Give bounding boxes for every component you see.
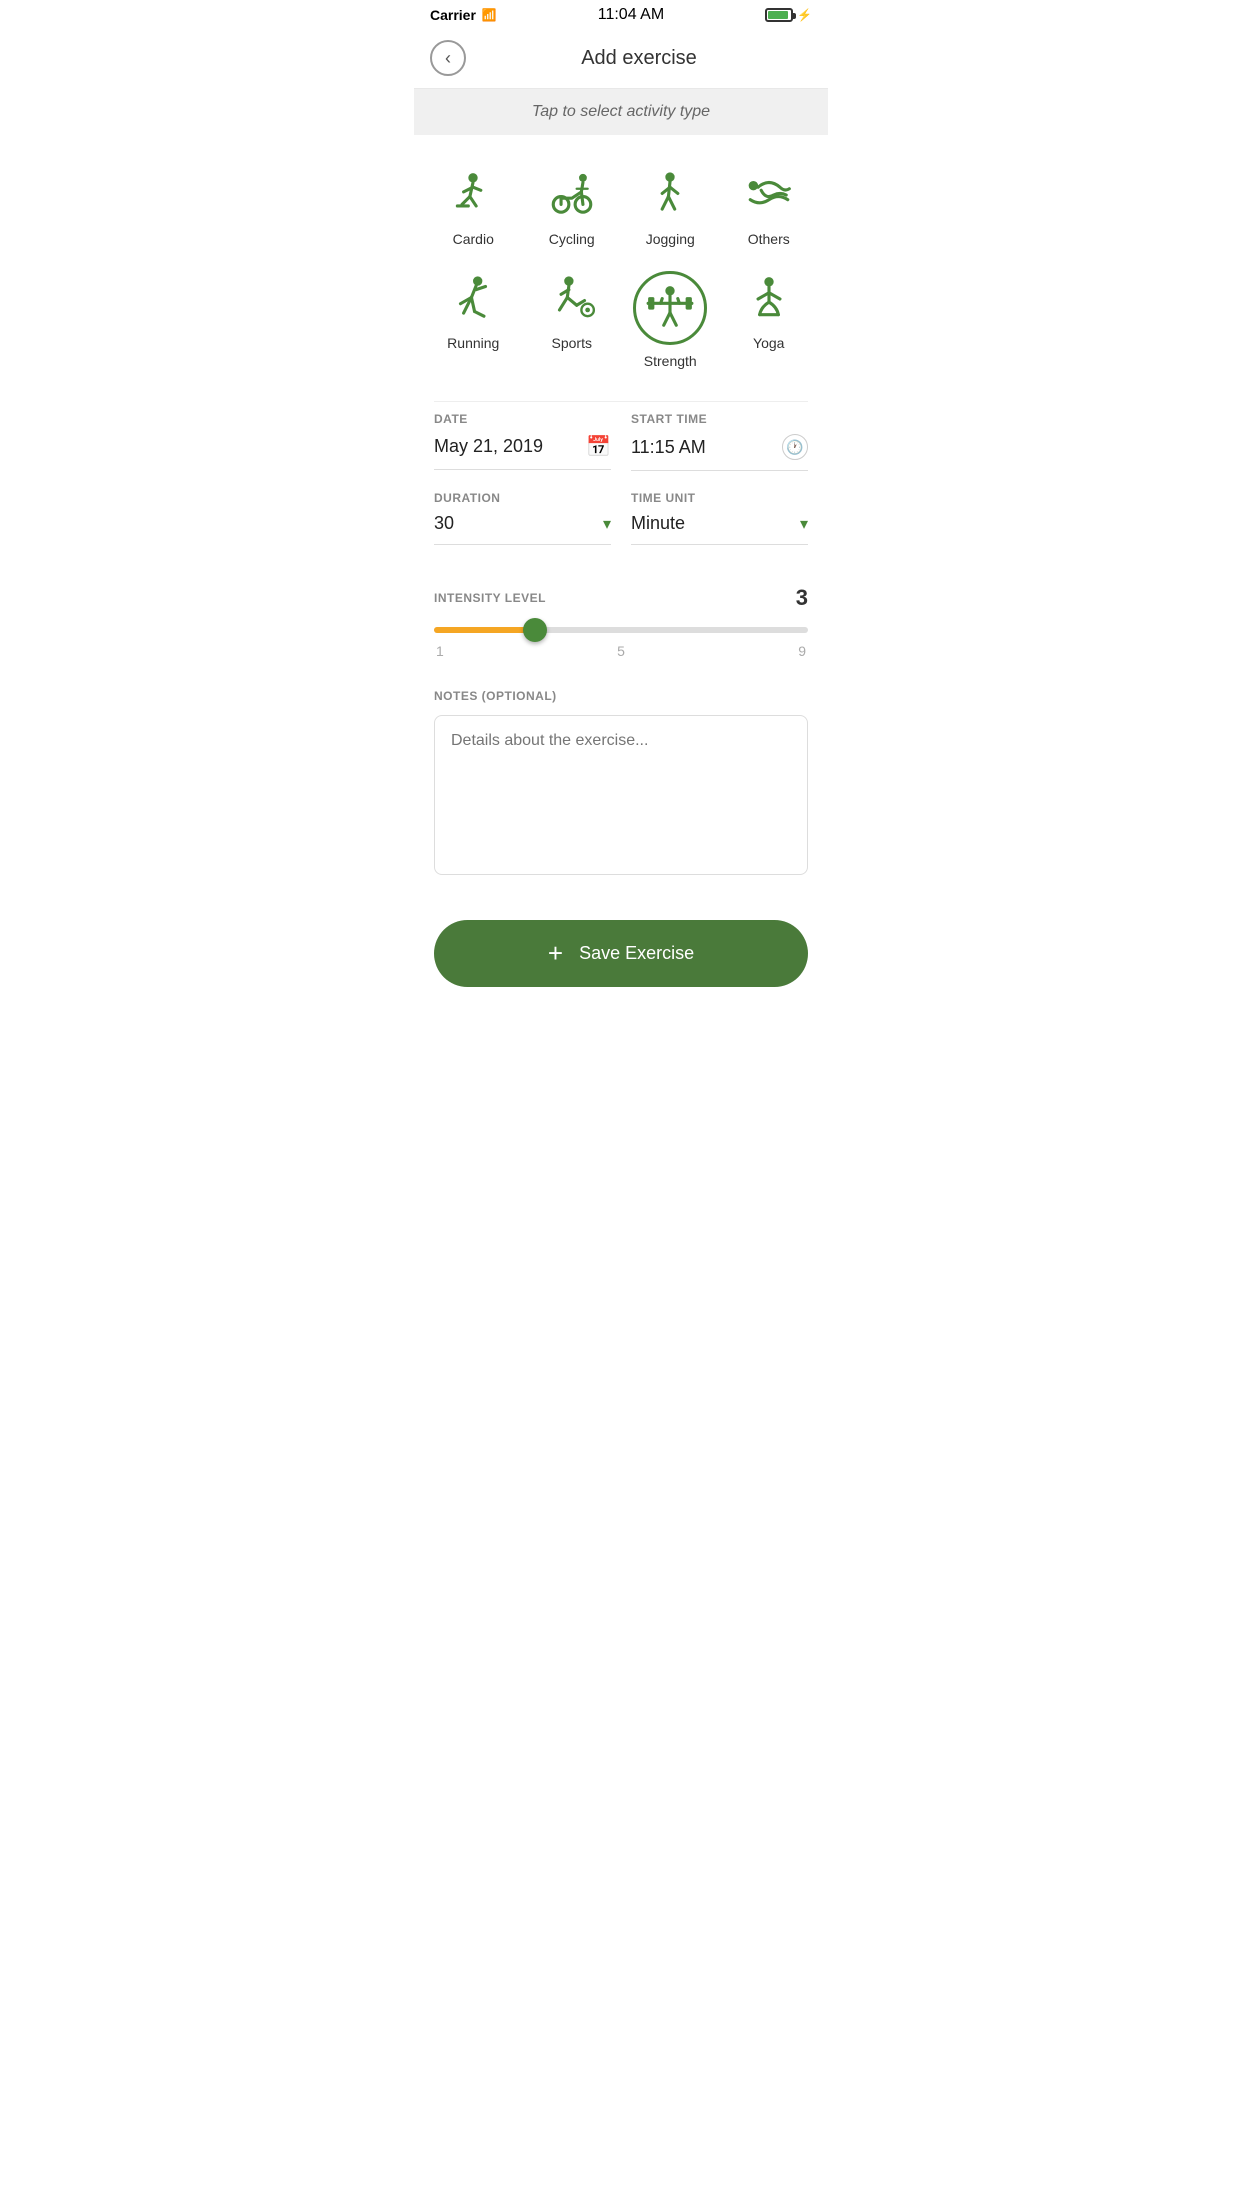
slider-mid: 5 (617, 643, 625, 659)
save-plus-icon: + (548, 938, 563, 969)
activity-others[interactable]: Others (720, 155, 819, 259)
status-bar: Carrier 📶 11:04 AM ⚡ (414, 0, 828, 28)
slider-min: 1 (436, 643, 444, 659)
notes-input[interactable] (434, 715, 808, 875)
running-icon (445, 271, 501, 327)
activity-cycling[interactable]: Cycling (523, 155, 622, 259)
jogging-icon (642, 167, 698, 223)
duration-unit-row: DURATION 30 ▾ TIME UNIT Minute ▾ (434, 491, 808, 545)
slider-markers: 1 5 9 (434, 643, 808, 659)
back-button[interactable]: ‹ (430, 40, 466, 76)
intensity-header: INTENSITY LEVEL 3 (434, 585, 808, 611)
status-time: 11:04 AM (598, 6, 664, 24)
date-time-row: DATE May 21, 2019 📅 START TIME 11:15 AM … (434, 412, 808, 471)
save-button[interactable]: + Save Exercise (434, 920, 808, 987)
time-unit-label: TIME UNIT (631, 491, 808, 505)
yoga-icon (741, 271, 797, 327)
activity-sports[interactable]: Sports (523, 259, 622, 381)
duration-chevron-icon: ▾ (603, 514, 611, 534)
running-label: Running (447, 335, 499, 351)
battery-icon (765, 8, 793, 22)
time-unit-value: Minute (631, 513, 685, 534)
duration-group: DURATION 30 ▾ (434, 491, 611, 545)
jogging-label: Jogging (646, 231, 695, 247)
slider-fill (434, 627, 535, 633)
yoga-label: Yoga (753, 335, 784, 351)
date-field[interactable]: May 21, 2019 📅 (434, 434, 611, 470)
sports-label: Sports (552, 335, 592, 351)
notes-label: NOTES (OPTIONAL) (434, 689, 808, 703)
activity-yoga[interactable]: Yoga (720, 259, 819, 381)
cycling-icon (544, 167, 600, 223)
cardio-icon (445, 167, 501, 223)
start-time-group: START TIME 11:15 AM 🕐 (631, 412, 808, 471)
activity-strength[interactable]: Strength (621, 259, 720, 381)
carrier-label: Carrier (430, 7, 476, 23)
page-title: Add exercise (466, 47, 812, 70)
bolt-icon: ⚡ (797, 8, 812, 22)
wifi-icon: 📶 (482, 8, 497, 22)
cycling-label: Cycling (549, 231, 595, 247)
slider-thumb[interactable] (523, 618, 547, 642)
save-section: + Save Exercise (414, 890, 828, 1017)
sports-icon (544, 271, 600, 327)
date-group: DATE May 21, 2019 📅 (434, 412, 611, 471)
status-right: ⚡ (765, 8, 812, 22)
intensity-slider[interactable] (434, 627, 808, 633)
activity-banner: Tap to select activity type (414, 89, 828, 135)
banner-text: Tap to select activity type (532, 103, 710, 120)
page-header: ‹ Add exercise (414, 28, 828, 89)
duration-label: DURATION (434, 491, 611, 505)
time-unit-chevron-icon: ▾ (800, 514, 808, 534)
strength-label: Strength (644, 353, 697, 369)
intensity-value: 3 (796, 585, 808, 611)
save-label: Save Exercise (579, 943, 694, 964)
clock-icon: 🕐 (782, 434, 808, 460)
notes-section: NOTES (OPTIONAL) (414, 669, 828, 890)
strength-circle (633, 271, 707, 345)
time-unit-field[interactable]: Minute ▾ (631, 513, 808, 545)
time-unit-group: TIME UNIT Minute ▾ (631, 491, 808, 545)
duration-value: 30 (434, 513, 454, 534)
start-time-field[interactable]: 11:15 AM 🕐 (631, 434, 808, 471)
intensity-label: INTENSITY LEVEL (434, 591, 546, 605)
intensity-section: INTENSITY LEVEL 3 1 5 9 (414, 565, 828, 669)
cardio-label: Cardio (453, 231, 494, 247)
strength-icon (642, 280, 698, 336)
activity-cardio[interactable]: Cardio (424, 155, 523, 259)
activity-running[interactable]: Running (424, 259, 523, 381)
status-left: Carrier 📶 (430, 7, 497, 23)
others-icon (741, 167, 797, 223)
date-label: DATE (434, 412, 611, 426)
form-section: DATE May 21, 2019 📅 START TIME 11:15 AM … (414, 402, 828, 545)
duration-field[interactable]: 30 ▾ (434, 513, 611, 545)
others-label: Others (748, 231, 790, 247)
activity-jogging[interactable]: Jogging (621, 155, 720, 259)
calendar-icon: 📅 (586, 434, 611, 459)
start-time-label: START TIME (631, 412, 808, 426)
start-time-value: 11:15 AM (631, 437, 706, 458)
slider-max: 9 (798, 643, 806, 659)
activity-grid: Cardio Cycling J (414, 135, 828, 401)
date-value: May 21, 2019 (434, 436, 543, 457)
